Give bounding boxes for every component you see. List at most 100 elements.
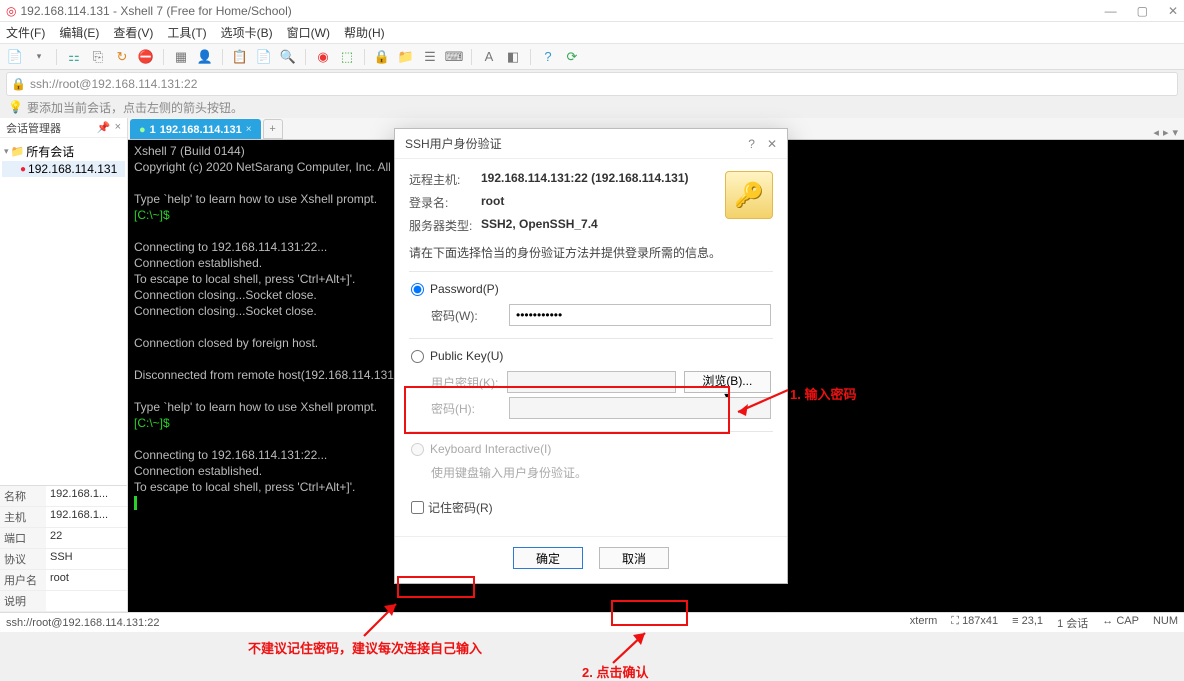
dialog-instruction: 请在下面选择恰当的身份验证方法并提供登录所需的信息。 [409,244,773,261]
property-grid: 名称192.168.1... 主机192.168.1... 端口22 协议SSH… [0,485,127,612]
menu-view[interactable]: 查看(V) [113,24,153,41]
prop-user-label: 用户名 [0,570,46,590]
term-prompt: [C:\~]$ [134,208,170,222]
tab-next-icon[interactable]: ▸ [1163,126,1169,139]
help-icon[interactable]: ? [539,48,557,66]
anno-text-2: 2. 点击确认 [582,662,648,681]
address-bar[interactable]: 🔒 ssh://root@192.168.114.131:22 [6,72,1178,96]
menu-tools[interactable]: 工具(T) [167,24,206,41]
minimize-button[interactable]: — [1105,4,1117,18]
status-pos: 23,1 [1022,615,1043,627]
hint-row: 💡 要添加当前会话，点击左侧的箭头按钮。 [0,96,1184,118]
separator [56,49,57,65]
open-icon[interactable]: ⚏ [65,48,83,66]
list-icon[interactable]: ☰ [421,48,439,66]
prop-port-label: 端口 [0,528,46,548]
sidebar-header: 会话管理器 📌 × [0,118,127,138]
term-line: To escape to local shell, press 'Ctrl+Al… [134,272,355,286]
tab-list-icon[interactable]: ▾ [1172,126,1178,139]
pin-icon[interactable]: 📌 [97,121,111,134]
new-tab-button[interactable]: + [263,119,283,139]
bulb-icon: 💡 [8,100,23,114]
cancel-button[interactable]: 取消 [599,547,669,569]
term-prompt: [C:\~]$ [134,416,170,430]
app-icon: ◎ [6,4,16,18]
menu-edit[interactable]: 编辑(E) [59,24,99,41]
reconnect-icon[interactable]: ↻ [113,48,131,66]
menubar: 文件(F) 编辑(E) 查看(V) 工具(T) 选项卡(B) 窗口(W) 帮助(… [0,22,1184,44]
browse-button[interactable]: 浏览(B)... ▾ [684,371,771,393]
tree-item[interactable]: ● 192.168.114.131 [2,161,125,177]
add-user-icon[interactable]: 👤 [196,48,214,66]
copy-icon[interactable]: ⎘ [89,48,107,66]
paste-icon[interactable]: 📄 [255,48,273,66]
dialog-titlebar: SSH用户身份验证 ? ✕ [395,129,787,159]
tab-close-icon[interactable]: × [246,124,252,135]
password-field-label: 密码(W): [431,307,501,324]
session-tree[interactable]: ▾ 📁 所有会话 ● 192.168.114.131 [0,138,127,181]
prop-name-value: 192.168.1... [46,486,127,506]
keyboard-icon[interactable]: ⌨ [445,48,463,66]
dialog-footer: 确定 取消 [395,536,787,583]
ok-button[interactable]: 确定 [513,547,583,569]
tab-prev-icon[interactable]: ◂ [1153,126,1159,139]
dialog-title: SSH用户身份验证 [405,135,502,152]
remember-password-label: 记住密码(R) [428,499,493,516]
password-input[interactable] [509,304,771,326]
publickey-radio[interactable]: Public Key(U) [411,349,771,363]
anno-text-3: 不建议记住密码，建议每次连接自己输入 [248,638,482,657]
connected-icon: ● [20,164,26,175]
ki-radio[interactable]: Keyboard Interactive(I) [411,442,771,456]
password-radio[interactable]: Password(P) [411,282,771,296]
maximize-button[interactable]: ▢ [1137,4,1148,18]
refresh-icon[interactable]: ⟳ [563,48,581,66]
remember-password-input[interactable] [411,501,424,514]
remember-password-check[interactable]: 记住密码(R) [411,499,771,516]
disconnect-icon[interactable]: ⛔ [137,48,155,66]
prop-name-label: 名称 [0,486,46,506]
term-line: Connecting to 192.168.114.131:22... [134,240,327,254]
new-session-icon[interactable]: 📄 [6,48,24,66]
window-title: 192.168.114.131 - Xshell 7 (Free for Hom… [20,4,291,18]
dialog-close-icon[interactable]: ✕ [767,137,777,151]
prop-host-label: 主机 [0,507,46,527]
prop-proto-value: SSH [46,549,127,569]
window-titlebar: ◎ 192.168.114.131 - Xshell 7 (Free for H… [0,0,1184,22]
menu-help[interactable]: 帮助(H) [344,24,385,41]
term-line: Type `help' to learn how to use Xshell p… [134,192,377,206]
ki-radio-label: Keyboard Interactive(I) [430,442,551,456]
close-button[interactable]: ✕ [1168,4,1178,18]
publickey-radio-input[interactable] [411,350,424,363]
toolbar: 📄 ▾ ⚏ ⎘ ↻ ⛔ ▦ 👤 📋 📄 🔍 ◉ ⬚ 🔒 📁 ☰ ⌨ A ◧ ? … [0,44,1184,70]
folder-icon[interactable]: 📁 [397,48,415,66]
menu-window[interactable]: 窗口(W) [287,24,330,41]
font-icon[interactable]: A [480,48,498,66]
term-line: Type `help' to learn how to use Xshell p… [134,400,377,414]
prop-desc-label: 说明 [0,591,46,611]
copy2-icon[interactable]: 📋 [231,48,249,66]
size-icon: ⛶ [951,615,962,627]
menu-file[interactable]: 文件(F) [6,24,45,41]
dropdown-icon[interactable]: ▾ [30,48,48,66]
tree-root[interactable]: ▾ 📁 所有会话 [2,142,125,161]
lock-icon[interactable]: 🔒 [373,48,391,66]
search-icon[interactable]: 🔍 [279,48,297,66]
green-icon[interactable]: ⬚ [338,48,356,66]
publickey-group: Public Key(U) 用户密钥(K): 浏览(B)... ▾ 密码(H): [409,338,773,431]
palette-icon[interactable]: ◧ [504,48,522,66]
remote-host-value: 192.168.114.131:22 (192.168.114.131) [481,171,689,188]
remote-host-label: 远程主机: [409,171,481,188]
menu-tab[interactable]: 选项卡(B) [221,24,273,41]
dialog-help-icon[interactable]: ? [748,137,755,151]
expand-icon[interactable]: ▾ [4,146,9,157]
tool1-icon[interactable]: ▦ [172,48,190,66]
password-radio-input[interactable] [411,283,424,296]
tab-session[interactable]: ● 1 192.168.114.131 × [130,119,261,139]
term-line: Connecting to 192.168.114.131:22... [134,448,327,462]
separator [222,49,223,65]
term-line: Connection established. [134,256,262,270]
cursor [134,496,137,510]
sidebar-close-icon[interactable]: × [115,121,121,134]
red-icon[interactable]: ◉ [314,48,332,66]
status-size: 187x41 [962,615,998,627]
